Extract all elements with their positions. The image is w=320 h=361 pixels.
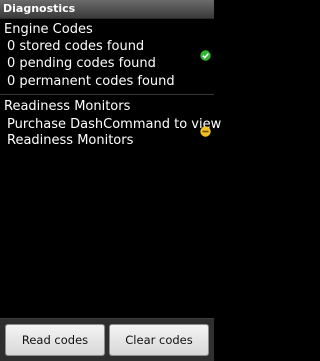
readiness-monitors-heading: Readiness Monitors <box>4 99 131 114</box>
minus-circle-icon <box>200 126 211 137</box>
read-codes-button[interactable]: Read codes <box>5 324 105 356</box>
pending-codes-text: 0 pending codes found <box>7 56 156 71</box>
stored-codes-text: 0 stored codes found <box>7 39 145 54</box>
section-divider <box>0 94 214 95</box>
permanent-codes-text: 0 permanent codes found <box>7 74 175 89</box>
engine-codes-heading: Engine Codes <box>4 22 93 37</box>
readiness-message-line-2: Readiness Monitors <box>7 133 134 148</box>
check-circle-icon <box>200 50 211 61</box>
readiness-message-line-1: Purchase DashCommand to view <box>7 117 222 132</box>
engine-codes-section: Engine Codes 0 stored codes found 0 pend… <box>0 19 214 94</box>
title-bar: Diagnostics <box>0 0 214 19</box>
clear-codes-button[interactable]: Clear codes <box>109 324 209 356</box>
window-title: Diagnostics <box>3 2 76 15</box>
readiness-monitors-section: Readiness Monitors Purchase DashCommand … <box>0 96 221 156</box>
action-bar: Read codes Clear codes <box>0 318 214 361</box>
